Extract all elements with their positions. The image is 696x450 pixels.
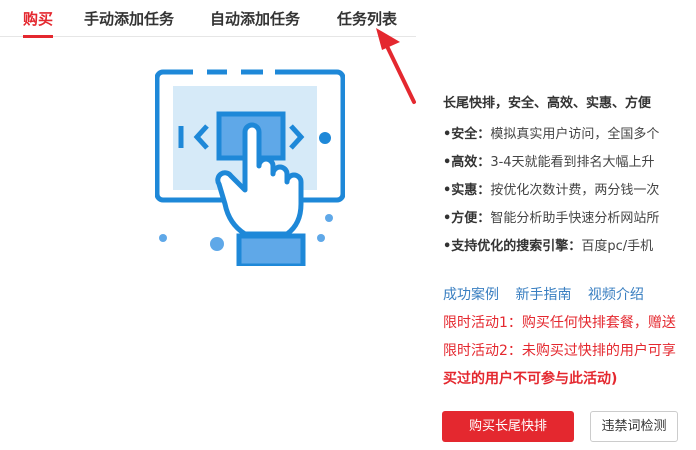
tab-buy[interactable]: 购买 <box>23 8 54 38</box>
tab-manual-add-task[interactable]: 手动添加任务 <box>84 8 174 29</box>
feature-convenient: •方便：智能分析助手快速分析网站所 <box>443 211 660 226</box>
red-pointer-arrow-icon <box>376 28 416 104</box>
promo-line-3: 买过的用户不可参与此活动) <box>443 371 618 387</box>
feature-search-engines: •支持优化的搜索引擎：百度pc/手机 <box>443 239 654 254</box>
feature-safe: •安全：模拟真实用户访问，全国多个 <box>443 127 660 142</box>
tab-bar: 购买 手动添加任务 自动添加任务 任务列表 <box>0 0 416 38</box>
promo-line-1: 限时活动1：购买任何快排套餐，赠送 <box>443 315 676 331</box>
promo-line-2: 限时活动2：未购买过快排的用户可享 <box>443 343 676 359</box>
product-info: 长尾快排，安全、高效、实惠、方便 •安全：模拟真实用户访问，全国多个 •高效：3… <box>443 94 696 261</box>
product-headline: 长尾快排，安全、高效、实惠、方便 <box>443 96 652 111</box>
feature-efficient: •高效：3-4天就能看到排名大幅上升 <box>443 155 655 170</box>
link-success-cases[interactable]: 成功案例 <box>443 287 499 303</box>
tab-auto-add-task[interactable]: 自动添加任务 <box>210 8 300 29</box>
feature-affordable: •实惠：按优化次数计费，两分钱一次 <box>443 183 660 198</box>
forbidden-word-check-button[interactable]: 违禁词检测 <box>590 411 678 442</box>
buy-long-tail-button[interactable]: 购买长尾快排 <box>442 411 574 442</box>
help-links: 成功案例 新手指南 视频介绍 <box>443 284 656 304</box>
link-beginner-guide[interactable]: 新手指南 <box>515 287 571 303</box>
link-video-intro[interactable]: 视频介绍 <box>588 287 644 303</box>
touch-screen-swipe-icon <box>155 69 345 266</box>
